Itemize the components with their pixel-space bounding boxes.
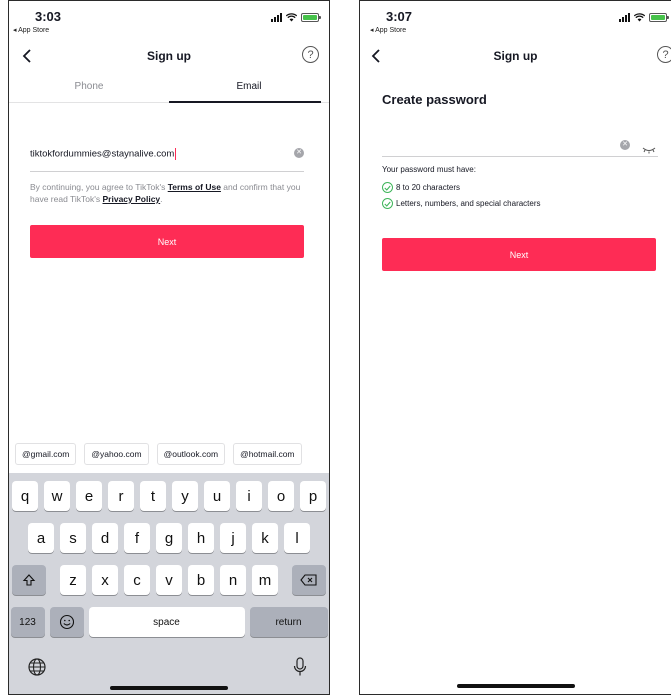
key-y[interactable]: y: [172, 481, 198, 511]
key-b[interactable]: b: [188, 565, 214, 595]
key-l[interactable]: l: [284, 523, 310, 553]
requirement-length-text: 8 to 20 characters: [396, 183, 461, 192]
suggestion-outlook[interactable]: @outlook.com: [156, 443, 226, 465]
key-i[interactable]: i: [236, 481, 262, 511]
home-indicator: [110, 686, 228, 690]
key-n[interactable]: n: [220, 565, 246, 595]
status-icons: [271, 13, 321, 22]
key-x[interactable]: x: [92, 565, 118, 595]
requirement-characters-text: Letters, numbers, and special characters: [396, 199, 541, 208]
clear-icon[interactable]: ✕: [620, 140, 630, 150]
key-v[interactable]: v: [156, 565, 182, 595]
check-circle-icon: [382, 182, 393, 193]
signal-icon: [271, 13, 282, 22]
shift-key-icon[interactable]: [12, 565, 46, 595]
tab-phone[interactable]: Phone: [9, 73, 169, 102]
email-input[interactable]: tiktokfordummies@staynalive.com ✕: [30, 138, 304, 172]
check-circle-icon: [382, 198, 393, 209]
status-icons: [619, 13, 669, 22]
battery-icon: [649, 13, 669, 22]
terms-notice: By continuing, you agree to TikTok's Ter…: [30, 181, 308, 205]
status-time: 3:03: [35, 9, 62, 24]
globe-icon[interactable]: [27, 657, 47, 682]
terms-text-prefix: By continuing, you agree to TikTok's: [30, 182, 168, 192]
email-signup-screen: 3:03 ◂ App Store Sign up ? Phone Email t…: [8, 0, 330, 695]
key-z[interactable]: z: [60, 565, 86, 595]
text-caret: [175, 148, 177, 160]
key-w[interactable]: w: [44, 481, 70, 511]
space-key[interactable]: space: [88, 607, 245, 637]
key-d[interactable]: d: [92, 523, 118, 553]
key-o[interactable]: o: [268, 481, 294, 511]
key-c[interactable]: c: [124, 565, 150, 595]
keyboard: q w e r t y u i o p a s d f g h j k l z: [9, 473, 329, 694]
battery-icon: [301, 13, 321, 22]
page-title: Sign up: [147, 49, 191, 63]
key-a[interactable]: a: [28, 523, 54, 553]
app-store-back-link[interactable]: ◂ App Store: [13, 26, 49, 34]
key-p[interactable]: p: [300, 481, 326, 511]
keyboard-row-1: q w e r t y u i o p: [9, 481, 329, 511]
tab-email[interactable]: Email: [169, 73, 329, 103]
numbers-key[interactable]: 123: [10, 607, 45, 637]
email-input-value: tiktokfordummies@staynalive.com: [30, 148, 177, 160]
help-icon[interactable]: ?: [302, 46, 319, 63]
next-button[interactable]: Next: [30, 225, 304, 258]
backspace-key-icon[interactable]: [292, 565, 326, 595]
page-title: Sign up: [493, 49, 538, 63]
requirements-heading: Your password must have:: [382, 165, 476, 174]
clear-icon[interactable]: ✕: [294, 148, 304, 158]
requirement-length: 8 to 20 characters: [382, 182, 460, 193]
key-t[interactable]: t: [140, 481, 166, 511]
wifi-icon: [286, 13, 297, 22]
signal-icon: [619, 13, 630, 22]
key-j[interactable]: j: [220, 523, 246, 553]
keyboard-row-3: z x c v b n m: [9, 565, 329, 595]
keyboard-row-4: 123 space return: [9, 607, 329, 637]
key-h[interactable]: h: [188, 523, 214, 553]
terms-text-suffix: .: [160, 194, 163, 204]
key-q[interactable]: q: [12, 481, 38, 511]
create-password-heading: Create password: [382, 92, 487, 107]
keyboard-row-2: a s d f g h j k l: [9, 523, 329, 553]
key-m[interactable]: m: [252, 565, 278, 595]
status-time: 3:07: [386, 9, 413, 24]
privacy-policy-link[interactable]: Privacy Policy: [103, 194, 161, 204]
signup-tabs: Phone Email: [9, 73, 329, 103]
help-icon[interactable]: ?: [657, 46, 671, 63]
microphone-icon[interactable]: [293, 657, 307, 682]
next-button[interactable]: Next: [382, 238, 656, 271]
return-key[interactable]: return: [249, 607, 328, 637]
create-password-screen: 3:07 ◂ App Store Sign up ? Create passwo…: [359, 0, 671, 695]
key-f[interactable]: f: [124, 523, 150, 553]
key-r[interactable]: r: [108, 481, 134, 511]
email-text: tiktokfordummies@staynalive.com: [30, 148, 175, 160]
key-u[interactable]: u: [204, 481, 230, 511]
suggestion-hotmail[interactable]: @hotmail.com: [233, 443, 302, 465]
wifi-icon: [634, 13, 645, 22]
key-k[interactable]: k: [252, 523, 278, 553]
key-e[interactable]: e: [76, 481, 102, 511]
suggestion-yahoo[interactable]: @yahoo.com: [84, 443, 149, 465]
email-domain-suggestions: @gmail.com @yahoo.com @outlook.com @hotm…: [15, 443, 329, 465]
emoji-key-icon[interactable]: [49, 607, 84, 637]
home-indicator: [456, 684, 575, 688]
terms-of-use-link[interactable]: Terms of Use: [168, 182, 221, 192]
requirement-characters: Letters, numbers, and special characters: [382, 198, 541, 209]
app-store-back-link[interactable]: ◂ App Store: [370, 26, 406, 34]
eye-closed-icon[interactable]: [642, 141, 656, 154]
suggestion-gmail[interactable]: @gmail.com: [15, 443, 77, 465]
password-input[interactable]: ✕: [382, 129, 658, 157]
key-s[interactable]: s: [60, 523, 86, 553]
key-g[interactable]: g: [156, 523, 182, 553]
